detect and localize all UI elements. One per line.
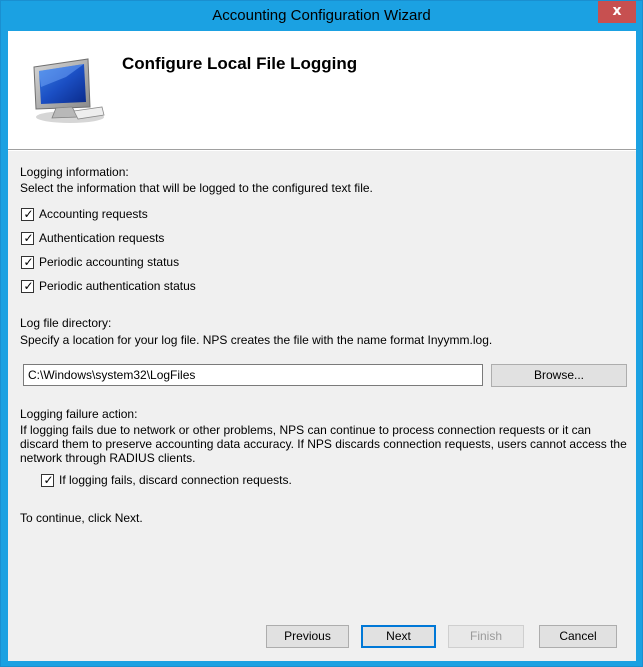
continue-instruction: To continue, click Next. xyxy=(20,511,143,525)
wizard-body: Configure Local File Logging Logging inf… xyxy=(8,31,636,661)
log-directory-input[interactable] xyxy=(23,364,483,386)
checkbox-periodic-accounting-status[interactable]: ✓ Periodic accounting status xyxy=(21,254,179,270)
checkbox-label: Authentication requests xyxy=(39,231,165,245)
monitor-icon xyxy=(33,58,105,123)
cancel-button[interactable]: Cancel xyxy=(539,625,617,648)
checkbox[interactable]: ✓ xyxy=(41,472,54,487)
window-title: Accounting Configuration Wizard xyxy=(212,7,431,24)
checkbox-label: Accounting requests xyxy=(39,207,148,221)
wizard-window: Accounting Configuration Wizard x Config… xyxy=(0,0,643,667)
previous-button[interactable]: Previous xyxy=(266,625,349,648)
close-icon: x xyxy=(612,3,622,19)
checkbox-discard-on-failure[interactable]: ✓ If logging fails, discard connection r… xyxy=(41,472,292,488)
checkmark-icon: ✓ xyxy=(23,278,34,293)
log-dir-label: Log file directory: xyxy=(20,316,112,330)
checkbox-accounting-requests[interactable]: ✓ Accounting requests xyxy=(21,206,148,222)
browse-button[interactable]: Browse... xyxy=(491,364,627,387)
header-divider xyxy=(8,149,636,151)
checkmark-icon: ✓ xyxy=(23,230,34,245)
checkbox[interactable]: ✓ xyxy=(21,254,34,269)
checkbox[interactable]: ✓ xyxy=(21,278,34,293)
next-button[interactable]: Next xyxy=(361,625,436,648)
checkbox-label: If logging fails, discard connection req… xyxy=(59,473,292,487)
wizard-header: Configure Local File Logging xyxy=(8,31,636,149)
checkbox[interactable]: ✓ xyxy=(21,206,34,221)
close-button[interactable]: x xyxy=(598,1,636,23)
finish-button[interactable]: Finish xyxy=(448,625,524,648)
checkmark-icon: ✓ xyxy=(43,472,54,487)
title-bar[interactable]: Accounting Configuration Wizard x xyxy=(1,1,642,31)
failure-action-label: Logging failure action: xyxy=(20,407,138,421)
checkmark-icon: ✓ xyxy=(23,206,34,221)
log-dir-description: Specify a location for your log file. NP… xyxy=(20,333,493,347)
checkbox[interactable]: ✓ xyxy=(21,230,34,245)
checkbox-label: Periodic accounting status xyxy=(39,255,180,269)
checkbox-label: Periodic authentication status xyxy=(39,279,196,293)
checkmark-icon: ✓ xyxy=(23,254,34,269)
page-title: Configure Local File Logging xyxy=(122,54,358,73)
logging-info-description: Select the information that will be logg… xyxy=(20,181,373,195)
checkbox-periodic-authentication-status[interactable]: ✓ Periodic authentication status xyxy=(21,278,196,294)
logging-info-label: Logging information: xyxy=(20,165,129,179)
failure-action-description: If logging fails due to network or other… xyxy=(20,423,627,465)
checkbox-authentication-requests[interactable]: ✓ Authentication requests xyxy=(21,230,164,246)
